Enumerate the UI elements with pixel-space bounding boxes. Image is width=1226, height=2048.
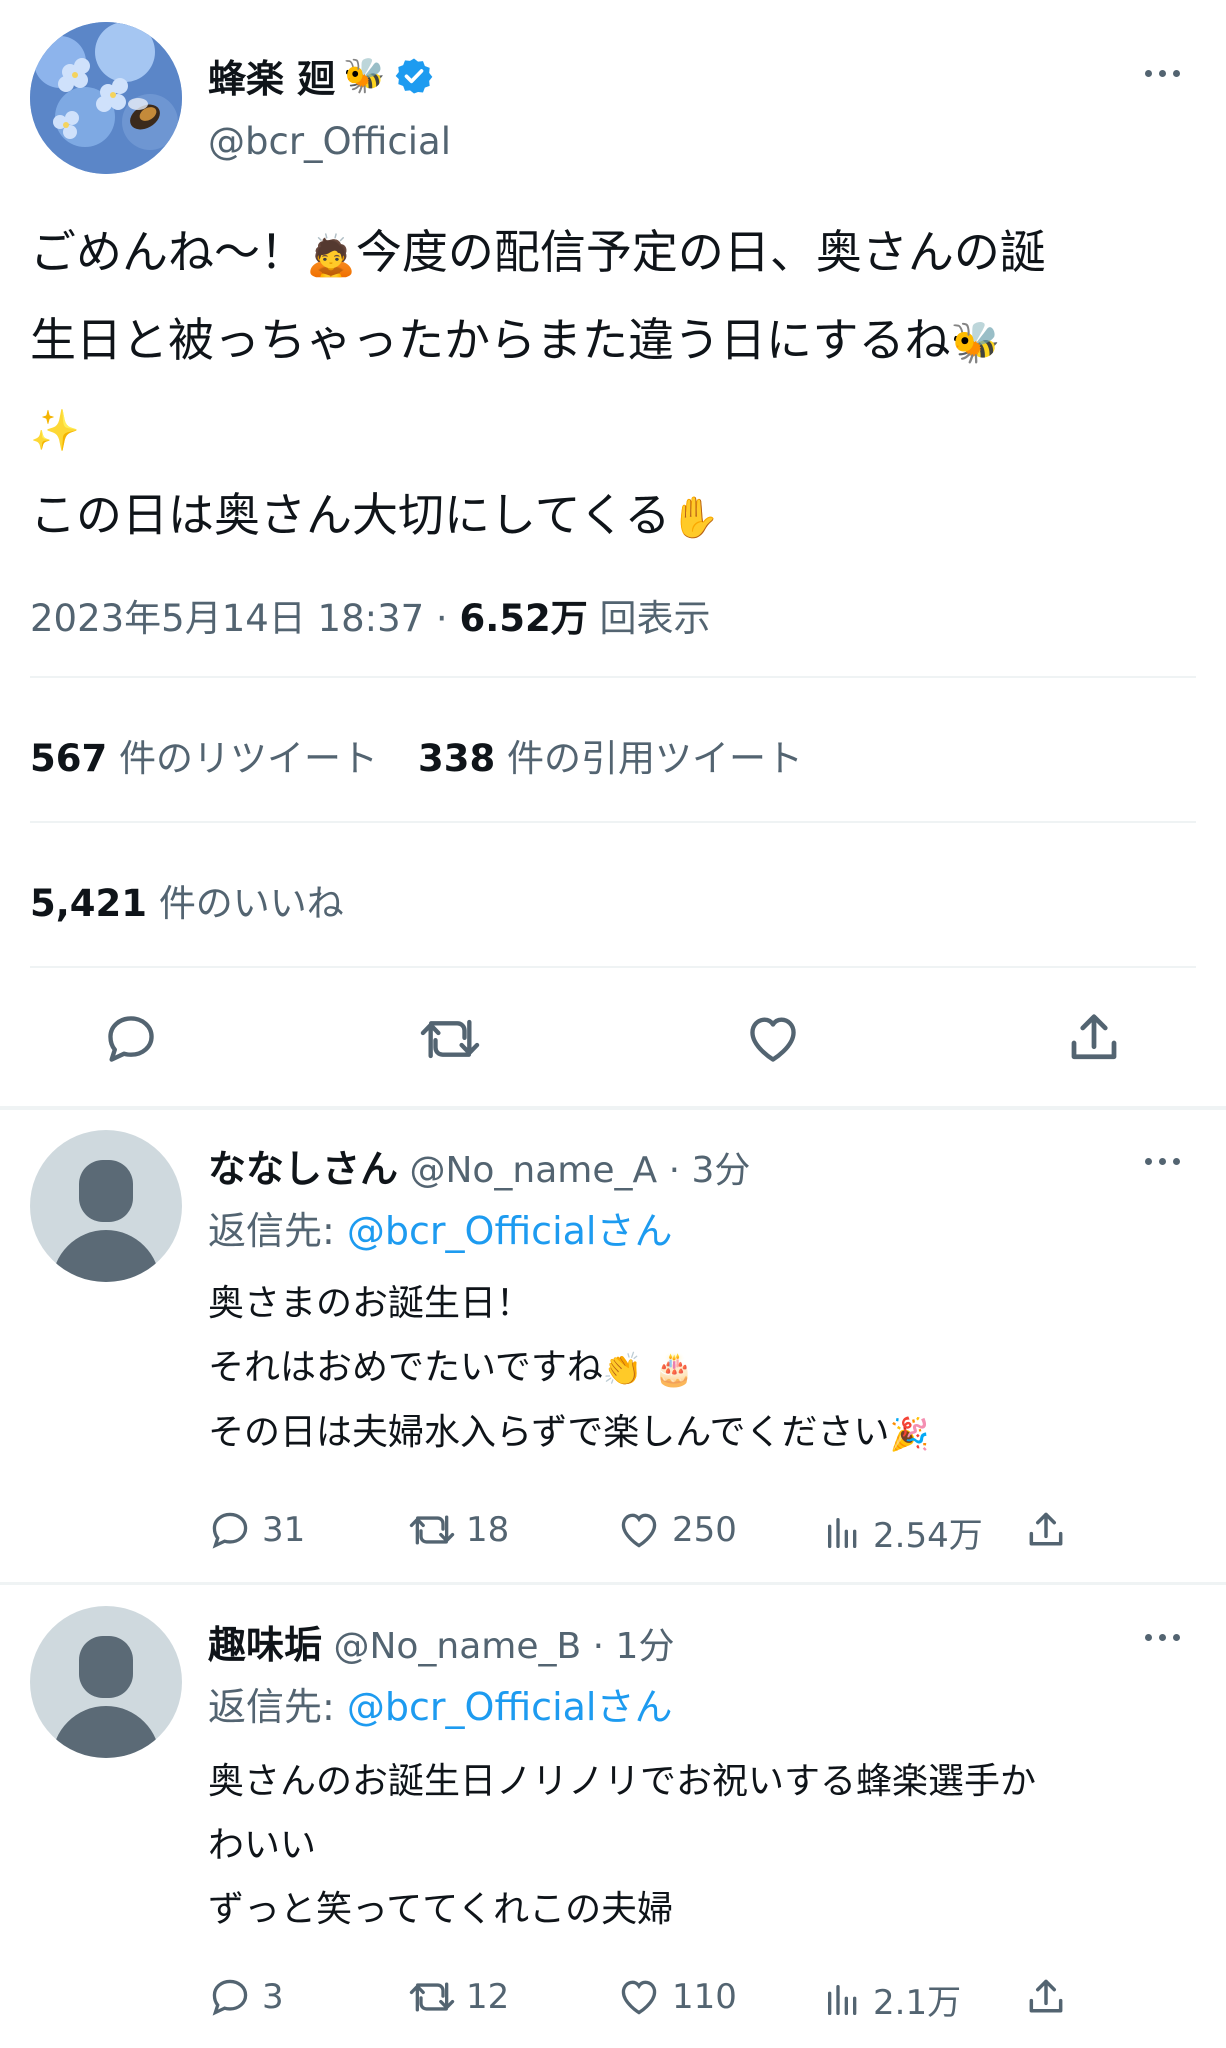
reply-line: わいい bbox=[208, 1825, 317, 1866]
reply-line: 奥さんのお誕生日ノリノリでお祝いする蜂楽選手か bbox=[208, 1761, 1037, 1802]
reply-handle-time[interactable]: @No_name_B · 1分 bbox=[333, 1626, 674, 1667]
reply-to: 返信先: @bcr_Officialさん bbox=[208, 1200, 672, 1255]
tweet-date[interactable]: 2023年5月14日 18:37 · bbox=[30, 597, 459, 640]
reply-line: 奥さまのお誕生日！ bbox=[208, 1283, 533, 1324]
tweet-body: ごめんね〜！🙇今度の配信予定の日、奥さんの誕 生日と被っちゃったからまた違う日に… bbox=[30, 210, 1210, 560]
tweet-meta: 2023年5月14日 18:37 · 6.52万 回表示 bbox=[30, 588, 711, 642]
tweet-body-line1: ごめんね〜！ bbox=[30, 225, 306, 279]
reply-line: その日は夫婦水入らずで楽しんでください bbox=[208, 1412, 890, 1453]
reply-like-action[interactable]: 110 bbox=[616, 1975, 737, 2019]
reply-views-action[interactable]: 2.54万 bbox=[823, 1508, 983, 1557]
clapping-hands-emoji: 👏 bbox=[602, 1350, 643, 1388]
reply-body: 奥さまのお誕生日！ それはおめでたいですね👏 🎂 その日は夫婦水入らずで楽しんで… bbox=[208, 1272, 929, 1466]
reply-like-action[interactable]: 250 bbox=[616, 1508, 737, 1552]
tweet-body-line1-rest: 今度の配信予定の日、奥さんの誕 bbox=[355, 225, 1046, 279]
tweet-body-line3: この日は奥さん大切にしてくる bbox=[30, 487, 671, 542]
more-icon[interactable] bbox=[1145, 70, 1180, 77]
reply-author-name[interactable]: 趣味垢 bbox=[208, 1623, 322, 1667]
reply-to-user-link[interactable]: @bcr_Officialさん bbox=[347, 1209, 673, 1253]
default-profile-shoulders bbox=[52, 1230, 160, 1282]
section-divider bbox=[0, 1582, 1226, 1585]
author-avatar[interactable] bbox=[30, 22, 182, 174]
retweets-stat[interactable]: 567 件のリツイート bbox=[30, 728, 378, 782]
default-profile-icon bbox=[79, 1160, 133, 1222]
reply-views-action[interactable]: 2.1万 bbox=[823, 1975, 961, 2024]
share-icon[interactable] bbox=[1024, 1508, 1068, 1552]
divider bbox=[30, 966, 1196, 968]
quotes-count: 338 bbox=[418, 737, 496, 780]
divider bbox=[30, 676, 1196, 678]
reply-to-label: 返信先: bbox=[208, 1685, 347, 1729]
retweet-count: 18 bbox=[466, 1510, 510, 1550]
author-name[interactable]: 蜂楽 廻 bbox=[208, 48, 335, 103]
reply-avatar[interactable] bbox=[30, 1606, 182, 1758]
reply-icon[interactable] bbox=[102, 1010, 160, 1068]
views-count: 2.1万 bbox=[873, 1983, 962, 2023]
likes-count: 5,421 bbox=[30, 882, 148, 925]
reply-count: 31 bbox=[262, 1510, 306, 1550]
reply-header: ななしさん @No_name_A · 3分 bbox=[208, 1138, 750, 1193]
likes-stat[interactable]: 5,421 件のいいね bbox=[30, 873, 344, 927]
reply-icon bbox=[212, 1979, 248, 2016]
reply-header: 趣味垢 @No_name_B · 1分 bbox=[208, 1614, 674, 1669]
bowing-person-emoji: 🙇 bbox=[306, 232, 356, 279]
retweet-icon bbox=[409, 1515, 455, 1545]
reply-author-name[interactable]: ななしさん bbox=[208, 1147, 398, 1191]
reply-to: 返信先: @bcr_Officialさん bbox=[208, 1676, 672, 1731]
bee-emoji: 🐝 bbox=[343, 55, 386, 96]
author-handle[interactable]: @bcr_Official bbox=[208, 120, 451, 163]
reply-avatar[interactable] bbox=[30, 1130, 182, 1282]
sparkles-emoji: ✨ bbox=[30, 407, 80, 454]
retweets-label: 件のリツイート bbox=[119, 737, 378, 780]
views-chart-icon bbox=[828, 1984, 857, 2015]
reply-action-bar: 3 12 110 2.1万 bbox=[208, 1975, 1078, 2025]
reply-action-bar: 31 18 250 2.54万 bbox=[208, 1508, 1078, 1558]
raised-hand-emoji: ✋ bbox=[670, 495, 721, 541]
views-label: 回表示 bbox=[587, 597, 711, 640]
default-profile-shoulders bbox=[52, 1706, 160, 1758]
reply-reply-action[interactable]: 3 bbox=[208, 1975, 284, 2019]
like-count: 110 bbox=[672, 1977, 737, 2017]
retweets-count: 567 bbox=[30, 737, 108, 780]
retweet-count: 12 bbox=[466, 1977, 510, 2017]
quotes-label: 件の引用ツイート bbox=[507, 737, 803, 780]
default-profile-icon bbox=[79, 1636, 133, 1698]
forget-me-not-bee-avatar-image bbox=[30, 22, 182, 174]
reply-icon bbox=[212, 1512, 248, 1549]
retweet-quote-counts: 567 件のリツイート 338 件の引用ツイート bbox=[30, 728, 803, 782]
birthday-cake-emoji: 🎂 bbox=[654, 1350, 695, 1388]
views-chart-icon bbox=[828, 1517, 857, 1548]
reply-retweet-action[interactable]: 12 bbox=[408, 1975, 509, 2019]
retweet-icon[interactable] bbox=[418, 1010, 482, 1068]
share-icon[interactable] bbox=[1064, 1008, 1124, 1068]
share-icon[interactable] bbox=[1024, 1975, 1068, 2019]
reply-reply-action[interactable]: 31 bbox=[208, 1508, 305, 1552]
reply-body: 奥さんのお誕生日ノリノリでお祝いする蜂楽選手か わいい ずっと笑っててくれこの夫… bbox=[208, 1750, 1036, 1942]
bee-emoji: 🐝 bbox=[950, 320, 1001, 366]
like-icon bbox=[621, 1980, 657, 2015]
reply-to-label: 返信先: bbox=[208, 1209, 347, 1253]
party-popper-emoji: 🎉 bbox=[889, 1415, 930, 1453]
likes-label: 件のいいね bbox=[158, 882, 344, 925]
like-count: 250 bbox=[672, 1510, 737, 1550]
like-icon bbox=[621, 1513, 657, 1548]
reply-retweet-action[interactable]: 18 bbox=[408, 1508, 509, 1552]
views-count: 2.54万 bbox=[873, 1516, 983, 1556]
retweet-icon bbox=[409, 1982, 455, 2012]
more-icon[interactable] bbox=[1145, 1158, 1180, 1165]
verified-badge-icon bbox=[395, 58, 432, 93]
reply-handle-time[interactable]: @No_name_A · 3分 bbox=[409, 1150, 750, 1191]
quotes-stat[interactable]: 338 件の引用ツイート bbox=[418, 728, 803, 782]
more-icon[interactable] bbox=[1145, 1634, 1180, 1641]
divider bbox=[30, 821, 1196, 823]
reply-line: それはおめでたいですね bbox=[208, 1347, 603, 1388]
reply-line: ずっと笑っててくれこの夫婦 bbox=[208, 1889, 674, 1930]
reply-count: 3 bbox=[262, 1977, 284, 2017]
like-icon[interactable] bbox=[743, 1010, 803, 1068]
tweet-body-line2: 生日と被っちゃったからまた違う日にするね bbox=[30, 312, 951, 367]
section-divider bbox=[0, 1106, 1226, 1110]
reply-to-user-link[interactable]: @bcr_Officialさん bbox=[347, 1685, 673, 1729]
views-count: 6.52万 bbox=[459, 597, 588, 640]
